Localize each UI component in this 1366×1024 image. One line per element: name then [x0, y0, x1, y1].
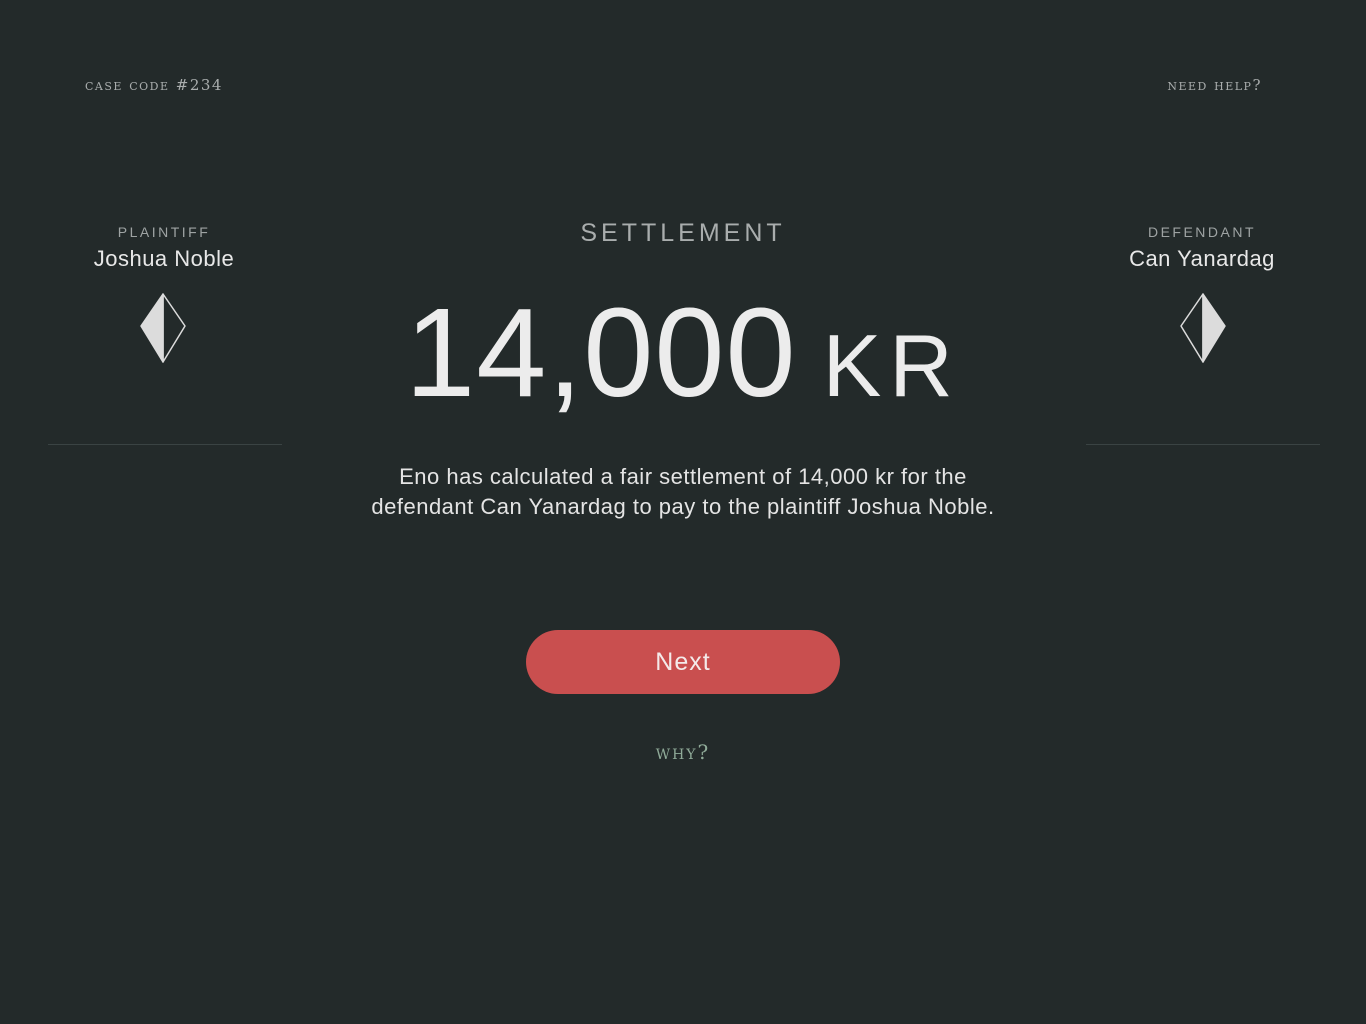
settlement-description-line-2: defendant Can Yanardag to pay to the pla…	[371, 494, 995, 519]
defendant-name: Can Yanardag	[1129, 246, 1275, 271]
settlement-label: SETTLEMENT	[580, 219, 786, 247]
plaintiff-name: Joshua Noble	[93, 246, 235, 271]
defendant-panel: DEFENDANT Can Yanardag	[1084, 224, 1320, 445]
plaintiff-panel: PLAINTIFF Joshua Noble	[46, 224, 282, 445]
settlement-description-line-1: Eno has calculated a fair settlement of …	[399, 464, 967, 489]
settlement-screen: CASE CODE #234 NEED HELP? PLAINTIFF Josh…	[0, 0, 1366, 1024]
case-code-label: CASE CODE #234	[85, 76, 223, 94]
why-link[interactable]: WHY?	[300, 740, 1066, 764]
next-button[interactable]: Next	[526, 630, 840, 694]
plaintiff-divider	[48, 444, 282, 445]
need-help-link[interactable]: NEED HELP?	[1167, 76, 1262, 94]
settlement-amount-value: 14,000	[405, 282, 797, 423]
shield-left-icon	[140, 293, 186, 363]
settlement-description: Eno has calculated a fair settlement of …	[300, 462, 1066, 522]
defendant-role-label: DEFENDANT	[1147, 224, 1257, 240]
defendant-divider	[1086, 444, 1320, 445]
settlement-currency: KR	[822, 316, 961, 415]
shield-right-icon	[1180, 293, 1226, 363]
settlement-amount: 14,000 KR	[300, 280, 1066, 425]
plaintiff-role-label: PLAINTIFF	[117, 224, 211, 240]
